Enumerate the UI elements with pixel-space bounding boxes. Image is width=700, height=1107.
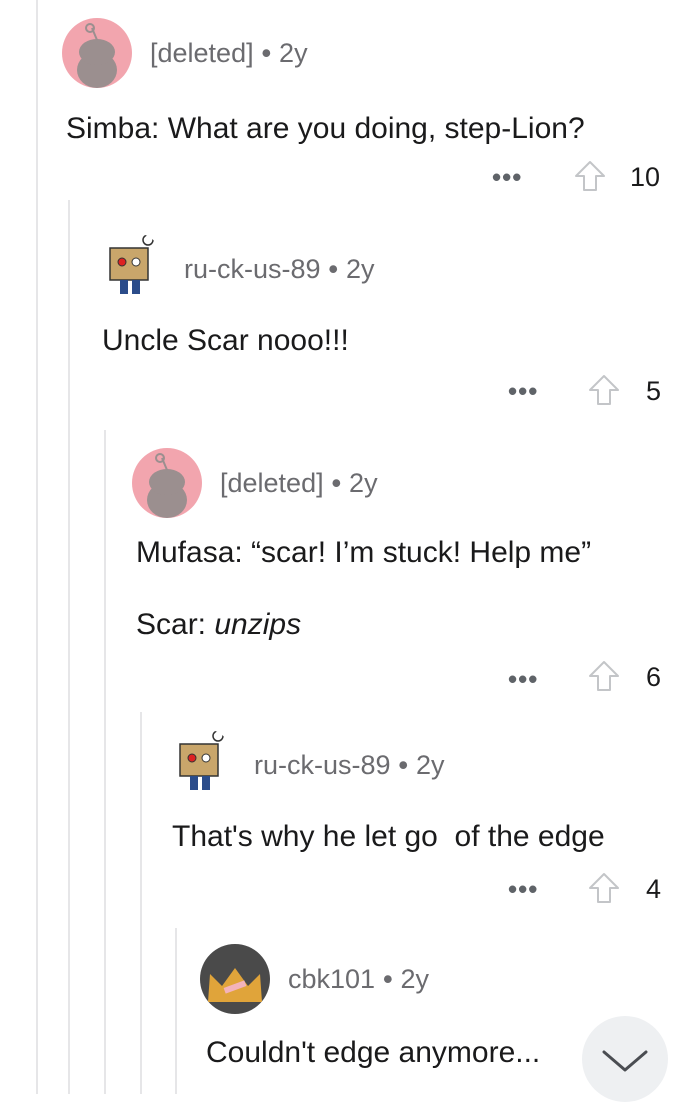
comment-body: That's why he let go of the edge (172, 820, 605, 853)
separator-dot: • (261, 38, 272, 68)
more-options-button[interactable]: ••• (492, 162, 522, 193)
snoo-deleted-icon[interactable] (62, 18, 132, 88)
separator-dot: • (328, 254, 338, 284)
comment-body-line-2: Scar: unzips (136, 608, 301, 642)
vote-count: 10 (630, 162, 661, 192)
comment: ru-ck-us-89 • 2y That's why he let go of t… (0, 700, 700, 920)
comment-meta: [deleted] • 2y (150, 38, 308, 69)
comment-body: Couldn't edge anymore... (206, 1036, 541, 1069)
vote-count: 5 (646, 376, 662, 406)
crown-avatar-icon[interactable] (200, 944, 270, 1014)
comment: [deleted] • 2y Simba: What are you doing, … (0, 0, 700, 200)
snoo-box-icon[interactable] (96, 232, 166, 302)
timestamp: 2y (345, 254, 375, 284)
username[interactable]: cbk101 (288, 964, 375, 994)
chevron-down-icon (602, 1050, 648, 1072)
comment-body: Mufasa: “scar! I’m stuck! Help me” (136, 536, 592, 569)
comment-meta: ru-ck-us-89 • 2y (254, 750, 445, 781)
username[interactable]: ru-ck-us-89 (184, 254, 321, 284)
username[interactable]: [deleted] (220, 468, 324, 498)
username[interactable]: [deleted] (150, 38, 254, 68)
body-text-plain: Scar: (136, 608, 215, 641)
username[interactable]: ru-ck-us-89 (254, 750, 391, 780)
collapse-thread-button[interactable] (582, 1016, 668, 1102)
timestamp: 2y (415, 750, 445, 780)
snoo-box-icon[interactable] (166, 728, 236, 798)
comment: [deleted] • 2y Mufasa: “scar! I’m stuck! H… (0, 440, 700, 700)
more-options-button[interactable]: ••• (508, 664, 538, 695)
comment-body: Uncle Scar nooo!!! (102, 324, 349, 357)
comment-meta: cbk101 • 2y (288, 964, 429, 995)
vote-count: 6 (646, 662, 662, 692)
timestamp: 2y (279, 38, 308, 68)
separator-dot: • (398, 750, 408, 780)
upvote-icon[interactable] (586, 870, 622, 906)
comment-body: Simba: What are you doing, step-Lion? (66, 112, 585, 145)
body-text-italic: unzips (214, 608, 302, 641)
comment-meta: ru-ck-us-89 • 2y (184, 254, 375, 285)
comment-meta: [deleted] • 2y (220, 468, 378, 499)
snoo-deleted-icon[interactable] (132, 448, 202, 518)
timestamp: 2y (349, 468, 378, 498)
timestamp: 2y (400, 964, 430, 994)
upvote-icon[interactable] (586, 372, 622, 408)
separator-dot: • (331, 468, 342, 498)
more-options-button[interactable]: ••• (508, 376, 538, 407)
more-options-button[interactable]: ••• (508, 874, 538, 905)
upvote-icon[interactable] (572, 158, 608, 194)
comment: ru-ck-us-89 • 2y Uncle Scar nooo!!! ••• 5 (0, 200, 700, 440)
vote-count: 4 (646, 874, 662, 904)
separator-dot: • (383, 964, 393, 994)
upvote-icon[interactable] (586, 658, 622, 694)
